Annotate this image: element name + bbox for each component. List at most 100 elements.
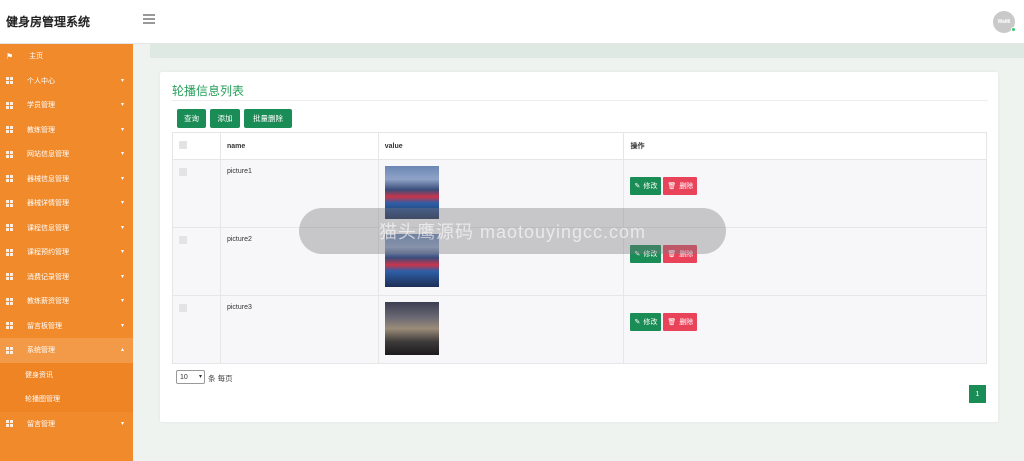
sidebar-item-label: 消费记录管理	[27, 273, 69, 281]
delete-label: 删除	[679, 183, 694, 190]
sidebar-item-label: 个人中心	[27, 77, 55, 85]
name-cell: picture3	[219, 295, 379, 364]
grid-icon	[6, 297, 13, 305]
chevron-down-icon: ▾	[120, 175, 124, 182]
sidebar-item-course-booking[interactable]: 课程预约管理 ▾	[0, 240, 133, 265]
sidebar-item-coach-salary[interactable]: 教练薪资管理 ▾	[0, 289, 133, 314]
sidebar-item-home[interactable]: ⚑ 主页	[0, 44, 133, 69]
checkbox-cell	[172, 227, 221, 296]
grid-icon	[6, 273, 13, 281]
grid-icon	[6, 150, 13, 158]
chevron-down-icon: ▾	[120, 77, 124, 84]
edit-icon: ✎	[634, 319, 641, 326]
grid-icon	[6, 101, 13, 109]
grid-icon	[6, 77, 13, 85]
sidebar-item-label: 主页	[29, 53, 44, 61]
sidebar-item-label: 留言板管理	[27, 322, 62, 330]
watermark-overlay: 猫头鹰源码 maotouyingcc.com	[299, 208, 726, 254]
column-header-value: value	[377, 132, 625, 160]
app-title: 健身房管理系统	[6, 15, 91, 29]
sidebar-item-consumption[interactable]: 消费记录管理 ▾	[0, 265, 133, 290]
sidebar-item-coach[interactable]: 教练管理 ▾	[0, 118, 133, 143]
online-status-dot	[1011, 27, 1016, 32]
grid-icon	[6, 420, 13, 428]
sidebar-item-label: 课程信息管理	[27, 224, 69, 232]
chevron-down-icon: ▾	[120, 322, 124, 329]
grid-icon	[6, 346, 13, 354]
sidebar-item-system[interactable]: 系统管理 ▴	[0, 338, 133, 363]
edit-button[interactable]: ✎ 修改	[630, 313, 662, 331]
sidebar-item-label: 学员管理	[27, 102, 55, 110]
column-header-name: name	[219, 132, 379, 160]
checkbox-cell	[172, 295, 221, 364]
grid-icon	[6, 248, 13, 256]
trash-icon: 🗑	[667, 183, 677, 190]
select-all-checkbox[interactable]	[179, 141, 187, 149]
sidebar-item-label: 课程预约管理	[27, 249, 69, 257]
grid-icon	[6, 126, 13, 134]
edit-label: 修改	[643, 319, 658, 326]
menu-toggle-icon[interactable]	[143, 14, 155, 26]
checkbox-cell	[172, 159, 221, 228]
sidebar-item-label: 教练薪资管理	[27, 298, 69, 306]
delete-button[interactable]: 🗑 删除	[663, 313, 698, 331]
page-size-select[interactable]: 10 ▾	[176, 370, 205, 384]
sidebar-item-equipment-info[interactable]: 器械信息管理 ▾	[0, 167, 133, 192]
sidebar-item-label: 系统管理	[27, 347, 55, 355]
sidebar-item-messages[interactable]: 留言管理 ▾	[0, 412, 133, 437]
grid-icon	[6, 175, 13, 183]
flag-icon: ⚑	[6, 51, 14, 61]
carousel-thumbnail[interactable]	[384, 302, 439, 355]
chevron-down-icon: ▾	[120, 200, 124, 206]
value-cell	[377, 295, 625, 364]
top-bar: 健身房管理系统 WaMi	[0, 0, 1024, 44]
content-header-band	[150, 44, 1024, 58]
page-size-value: 10	[180, 373, 188, 381]
column-header-ops: 操作	[623, 132, 987, 160]
edit-label: 修改	[643, 183, 658, 190]
trash-icon: 🗑	[667, 319, 677, 326]
chevron-down-icon: ▾	[198, 374, 202, 380]
row-checkbox[interactable]	[179, 236, 187, 244]
grid-icon	[6, 199, 13, 207]
delete-button[interactable]: 🗑 删除	[663, 177, 698, 195]
sidebar-item-message-board[interactable]: 留言板管理 ▾	[0, 314, 133, 339]
chevron-down-icon: ▾	[120, 420, 124, 427]
sidebar-item-label: 网站信息管理	[27, 151, 69, 159]
chevron-down-icon: ▾	[120, 224, 124, 231]
sidebar-item-label: 器械详情管理	[27, 200, 69, 208]
chevron-down-icon: ▾	[120, 126, 124, 133]
sidebar-item-member[interactable]: 学员管理 ▾	[0, 93, 133, 118]
sidebar-item-personal-center[interactable]: 个人中心 ▾	[0, 69, 133, 94]
page-title: 轮播信息列表	[172, 84, 245, 98]
sidebar-item-label: 器械信息管理	[27, 175, 69, 183]
batch-delete-button[interactable]: 批量删除	[244, 109, 292, 128]
chevron-up-icon: ▴	[120, 347, 124, 353]
sidebar-subitem-fitness-news[interactable]: 健身资讯	[0, 362, 133, 387]
sidebar-item-label: 留言管理	[27, 420, 55, 428]
page-number-button[interactable]: 1	[969, 385, 986, 403]
sidebar-item-site-info[interactable]: 网站信息管理 ▾	[0, 142, 133, 167]
grid-icon	[6, 224, 13, 232]
chevron-down-icon: ▾	[120, 298, 124, 304]
query-button[interactable]: 查询	[177, 109, 206, 128]
chevron-down-icon: ▾	[120, 102, 124, 108]
edit-button[interactable]: ✎ 修改	[630, 177, 662, 195]
sidebar-item-course-info[interactable]: 课程信息管理 ▾	[0, 216, 133, 241]
sidebar-subitem-carousel[interactable]: 轮播图管理	[0, 387, 133, 412]
divider	[172, 100, 988, 101]
sidebar-item-equipment-detail[interactable]: 器械详情管理 ▾	[0, 191, 133, 216]
add-button[interactable]: 添加	[210, 109, 240, 128]
chevron-down-icon: ▾	[120, 151, 124, 157]
chevron-down-icon: ▾	[120, 273, 124, 280]
grid-icon	[6, 322, 13, 330]
per-page-label: 条 每页	[208, 374, 233, 383]
row-checkbox[interactable]	[179, 168, 187, 176]
sidebar: ⚑ 主页 个人中心 ▾ 学员管理 ▾ 教练管理 ▾ 网站信息管理 ▾ 器械信息管理 ▾ 器…	[0, 44, 133, 461]
table-row: picture3 ✎ 修改 🗑 删除	[172, 295, 987, 364]
delete-label: 删除	[679, 319, 694, 326]
chevron-down-icon: ▾	[120, 249, 124, 255]
select-all-cell	[172, 132, 221, 160]
row-checkbox[interactable]	[179, 304, 187, 312]
sidebar-item-label: 教练管理	[27, 126, 55, 134]
